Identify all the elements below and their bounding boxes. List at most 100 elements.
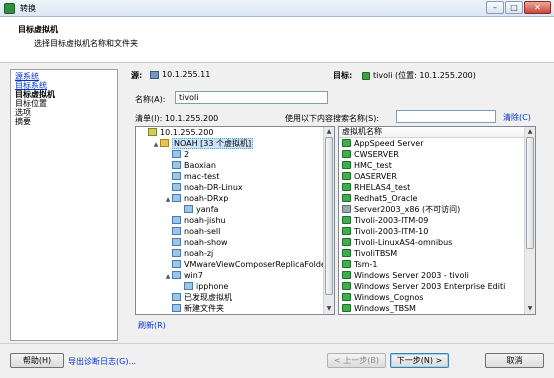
tree-node[interactable]: noah-zj [136, 248, 323, 259]
target-value-wrap: tivoli (位置: 10.1.255.200) [362, 70, 476, 81]
step-source-system[interactable]: 源系统 [15, 72, 113, 81]
tree-node[interactable]: noah-show [136, 237, 323, 248]
scroll-up-arrow-icon[interactable]: ▲ [324, 127, 334, 137]
source-label: 源: [131, 71, 143, 80]
inventory-tree[interactable]: 10.1.255.200 ▲ NOAH [33 个虚拟机] 2 Baoxian mac-t… [135, 126, 335, 315]
scroll-up-arrow-icon[interactable]: ▲ [525, 127, 535, 137]
vm-list-item[interactable]: Redhat5_Oracle [339, 193, 524, 204]
vm-icon [342, 194, 351, 202]
export-logs-link[interactable]: 导出诊断日志(G)... [68, 356, 136, 367]
vm-list-item[interactable]: RHELAS4_test [339, 182, 524, 193]
tree-scrollbar[interactable]: ▲ ▼ [323, 127, 334, 314]
refresh-link[interactable]: 刷新(R) [138, 320, 166, 331]
tree-node-label: win7 [184, 271, 203, 280]
tree-node[interactable]: 已发现虚拟机 [136, 292, 323, 303]
step-target-system[interactable]: 目标系统 [15, 81, 113, 90]
tree-node[interactable]: ipphone [136, 281, 323, 292]
vm-icon [342, 238, 351, 246]
help-button[interactable]: 帮助(H) [10, 353, 64, 368]
folder-icon [172, 150, 181, 158]
host-icon [150, 70, 159, 79]
name-input[interactable]: tivoli [175, 91, 328, 104]
vm-list-items: AppSpeed Server CWSERVER HMC_test OASERVER R… [339, 138, 524, 314]
tree-node[interactable]: ▲ win7 [136, 270, 323, 281]
vm-icon [342, 249, 351, 257]
vm-list-item[interactable]: CWSERVER [339, 149, 524, 160]
folder-icon [184, 205, 193, 213]
folder-icon [172, 304, 181, 312]
source-value: 10.1.255.11 [162, 70, 211, 79]
back-button[interactable]: < 上一步(B) [327, 353, 386, 368]
vm-icon [342, 304, 351, 312]
vm-icon [342, 139, 351, 147]
tree-node[interactable]: 2 [136, 149, 323, 160]
tree-node[interactable]: yanfa [136, 204, 323, 215]
tree-node[interactable]: ▲ NOAH [33 个虚拟机] [136, 138, 323, 149]
vm-name: AppSpeed Server [354, 139, 424, 148]
folder-icon [172, 227, 181, 235]
tree-node[interactable]: VMwareViewComposerReplicaFolde [136, 259, 323, 270]
target-label: 目标: [333, 71, 353, 80]
tree-node[interactable]: noah-jishu [136, 215, 323, 226]
tree-node-label: noah-zj [184, 249, 214, 258]
vm-list-item[interactable]: Windows_TBSM [339, 303, 524, 314]
vm-list-item[interactable]: Tsm-1 [339, 259, 524, 270]
vm-list-item[interactable]: AppSpeed Server [339, 138, 524, 149]
vm-list-item[interactable]: Windows Server 2003 Enterprise Editi [339, 281, 524, 292]
vm-list-item[interactable]: Tivoli-2003-ITM-09 [339, 215, 524, 226]
tree-node-label: 已发现虚拟机 [184, 293, 232, 302]
tree-node[interactable]: mac-test [136, 171, 323, 182]
page-title: 目标虚拟机 [18, 25, 58, 34]
tree-node[interactable]: ▲ noah-DRxp [136, 193, 323, 204]
vm-list-item[interactable]: TivoliTBSM [339, 248, 524, 259]
vm-list-scrollbar[interactable]: ▲ ▼ [524, 127, 535, 314]
tree-node[interactable]: noah-DR-Linux [136, 182, 323, 193]
vm-name-column-header[interactable]: 虚拟机名称 [339, 127, 524, 138]
vm-name: RHELAS4_test [354, 183, 411, 192]
vm-name: OASERVER [354, 172, 397, 181]
scroll-down-arrow-icon[interactable]: ▼ [324, 304, 334, 314]
vm-icon [342, 227, 351, 235]
folder-icon [172, 183, 181, 191]
page-subtitle: 选择目标虚拟机名称和文件夹 [34, 39, 138, 48]
vm-list-item[interactable]: Windows Server 2003 - tivoli [339, 270, 524, 281]
folder-icon [172, 161, 181, 169]
vm-list-item[interactable]: OASERVER [339, 171, 524, 182]
vm-list-item[interactable]: HMC_test [339, 160, 524, 171]
folder-icon [160, 139, 169, 147]
cancel-button[interactable]: 取消 [485, 353, 544, 368]
folder-icon [172, 172, 181, 180]
tree-node[interactable]: noah-sell [136, 226, 323, 237]
vm-name: TivoliTBSM [354, 249, 398, 258]
tree-node[interactable]: 新建文件夹 [136, 303, 323, 314]
tree-node-label: 新建文件夹 [184, 304, 224, 313]
step-summary: 摘要 [15, 117, 31, 126]
name-field-label: 名称(A): [135, 95, 166, 104]
tree-node-label: 10.1.255.200 [160, 128, 214, 137]
datacenter-icon [148, 128, 157, 136]
vm-list-item[interactable]: Server2003_x86 (不可访问) [339, 204, 524, 215]
scroll-down-arrow-icon[interactable]: ▼ [525, 304, 535, 314]
vm-list-item[interactable]: Windows_Cognos [339, 292, 524, 303]
minimize-button[interactable]: – [486, 1, 504, 14]
scroll-thumb[interactable] [526, 137, 534, 249]
tree-node-label: Baoxian [184, 161, 216, 170]
tree-node[interactable]: Baoxian [136, 160, 323, 171]
scroll-thumb[interactable] [325, 137, 333, 295]
folder-icon [172, 194, 181, 202]
vm-list-item[interactable]: Tivoli-2003-ITM-10 [339, 226, 524, 237]
tree-node[interactable]: 10.1.255.200 [136, 127, 323, 138]
maximize-button[interactable]: □ [505, 1, 523, 14]
tree-node-label: VMwareViewComposerReplicaFolde [184, 260, 323, 269]
vm-icon [342, 183, 351, 191]
close-button[interactable]: ✕ [524, 1, 551, 14]
vm-list-item[interactable]: Tivoli-LinuxAS4-omnibus [339, 237, 524, 248]
tree-node-label: noah-sell [184, 227, 221, 236]
next-button[interactable]: 下一步(N) > [390, 353, 449, 368]
vm-icon [342, 271, 351, 279]
tree-node-label: ipphone [196, 282, 229, 291]
clear-search-link[interactable]: 清除(C) [503, 112, 531, 123]
vm-list[interactable]: 虚拟机名称 AppSpeed Server CWSERVER HMC_test OAS… [338, 126, 536, 315]
tree-node-label: 2 [184, 150, 190, 159]
search-input[interactable] [396, 110, 496, 123]
